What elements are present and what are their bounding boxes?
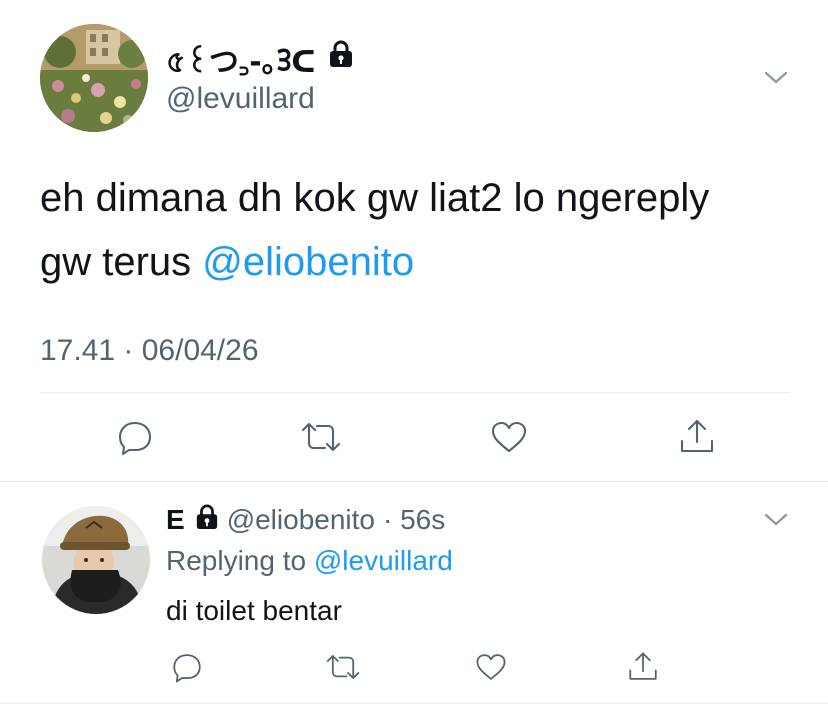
lock-icon <box>328 40 354 76</box>
main-display-name[interactable]: ৫꒰つ꜆-｡ᢃᑕ <box>166 38 354 80</box>
main-timestamp[interactable]: 17.41 · 06/04/26 <box>40 332 259 370</box>
main-avatar[interactable] <box>40 24 148 132</box>
reply-avatar[interactable] <box>42 506 150 614</box>
main-reply-button[interactable] <box>112 414 158 460</box>
lock-icon <box>195 504 219 537</box>
reply-retweet-button[interactable] <box>322 646 364 688</box>
chevron-down-icon <box>764 71 788 84</box>
reply-display-name[interactable]: E <box>166 504 185 536</box>
reply-icon <box>118 421 152 456</box>
main-tweet-text: eh dimana dh kok gw liat2 lo ngereply gw… <box>40 166 800 294</box>
mention-link[interactable]: @eliobenito <box>202 240 414 284</box>
replying-to-link[interactable]: @levuillard <box>314 545 453 576</box>
main-tweet-text-prefix: gw terus <box>40 240 203 284</box>
like-icon <box>476 654 506 680</box>
reply-reply-button[interactable] <box>166 646 208 688</box>
replying-to-line: Replying to @levuillard <box>166 542 453 580</box>
reply-header: E @eliobenito · 56s <box>166 500 445 540</box>
main-handle[interactable]: @levuillard <box>166 80 315 118</box>
reply-share-button[interactable] <box>622 646 664 688</box>
retweet-icon <box>301 422 341 452</box>
reply-handle[interactable]: @eliobenito <box>227 504 375 536</box>
main-divider <box>40 392 790 393</box>
share-icon <box>629 652 657 680</box>
reply-time[interactable]: · 56s <box>383 504 445 536</box>
chevron-down-icon <box>764 513 788 526</box>
retweet-icon <box>326 655 360 679</box>
reply-text: di toilet bentar <box>166 595 342 626</box>
main-like-button[interactable] <box>486 414 532 460</box>
reply-more-button[interactable] <box>758 506 794 534</box>
main-share-button[interactable] <box>674 414 720 460</box>
main-tweet-text-line2: gw terus @eliobenito <box>40 230 800 294</box>
main-tweet-text-line1: eh dimana dh kok gw liat2 lo ngereply <box>40 176 710 220</box>
main-more-button[interactable] <box>758 64 794 92</box>
share-icon <box>680 419 714 453</box>
like-icon <box>491 421 527 453</box>
reply-like-button[interactable] <box>470 646 512 688</box>
main-retweet-button[interactable] <box>298 414 344 460</box>
reply-icon <box>173 654 201 683</box>
section-divider <box>0 481 828 482</box>
replying-to-label: Replying to <box>166 545 314 576</box>
